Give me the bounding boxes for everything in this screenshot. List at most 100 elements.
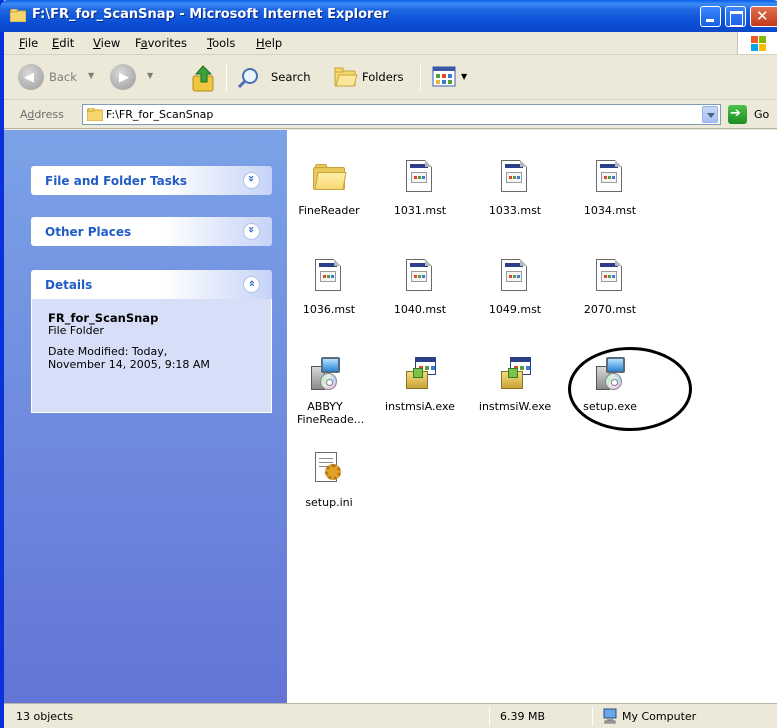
back-label[interactable]: Back xyxy=(49,70,77,84)
mst-file-icon xyxy=(596,259,622,291)
menu-favorites[interactable]: Favorites xyxy=(135,36,187,50)
panel-title: Details xyxy=(45,278,93,292)
panel-header[interactable]: Other Places xyxy=(31,217,272,246)
details-date: Date Modified: Today, xyxy=(48,345,168,358)
file-item[interactable]: 1049.mst xyxy=(473,259,557,316)
title-bar[interactable]: F:\FR_for_ScanSnap - Microsoft Internet … xyxy=(0,0,777,32)
mst-file-icon xyxy=(501,259,527,291)
menu-help[interactable]: Help xyxy=(256,36,282,50)
forward-button[interactable]: ▶ xyxy=(110,64,138,92)
mst-file-icon xyxy=(406,160,432,192)
expand-chevron-icon[interactable] xyxy=(243,223,260,240)
status-object-count: 13 objects xyxy=(16,710,74,723)
explorer-window: F:\FR_for_ScanSnap - Microsoft Internet … xyxy=(0,0,777,728)
back-arrow-icon: ◀ xyxy=(18,64,44,90)
file-item[interactable]: 1036.mst xyxy=(287,259,371,316)
details-date: November 14, 2005, 9:18 AM xyxy=(48,358,210,371)
address-dropdown-button[interactable] xyxy=(702,106,718,123)
menu-file[interactable]: File xyxy=(19,36,38,50)
go-arrow-icon[interactable] xyxy=(728,105,747,124)
address-bar: Address F:\FR_for_ScanSnap Go xyxy=(4,101,777,129)
file-name: instmsiW.exe xyxy=(478,400,552,413)
file-name: 1040.mst xyxy=(393,303,447,316)
details-type: File Folder xyxy=(48,324,104,337)
menu-tools[interactable]: Tools xyxy=(207,36,235,50)
my-computer-icon xyxy=(603,708,617,724)
file-item[interactable]: instmsiW.exe xyxy=(473,356,557,413)
file-item[interactable]: 1040.mst xyxy=(378,259,462,316)
file-list[interactable]: FineReader 1031.mst 1033.mst 1034.mst 10… xyxy=(287,130,777,703)
menu-bar: File Edit View Favorites Tools Help xyxy=(4,32,777,55)
file-item[interactable]: 1031.mst xyxy=(378,160,462,217)
file-item[interactable]: 1033.mst xyxy=(473,160,557,217)
views-button[interactable]: ▼ xyxy=(432,66,468,90)
file-name: 1034.mst xyxy=(583,204,637,217)
file-name: instmsiA.exe xyxy=(385,400,455,413)
menu-edit[interactable]: Edit xyxy=(52,36,74,50)
setup-icon xyxy=(308,356,342,392)
expand-chevron-icon[interactable] xyxy=(243,172,260,189)
back-button[interactable]: ◀ xyxy=(18,64,46,92)
mst-file-icon xyxy=(596,160,622,192)
views-icon xyxy=(432,66,456,87)
address-value: F:\FR_for_ScanSnap xyxy=(106,108,214,121)
panel-header[interactable]: Details xyxy=(31,270,272,299)
file-item[interactable]: instmsiA.exe xyxy=(378,356,462,413)
window-title: F:\FR_for_ScanSnap - Microsoft Internet … xyxy=(32,7,389,22)
maximize-button[interactable] xyxy=(725,6,746,27)
file-item[interactable]: ABBYY FineReade... xyxy=(283,356,367,426)
address-input[interactable]: F:\FR_for_ScanSnap xyxy=(82,104,721,125)
other-places-panel: Other Places xyxy=(31,217,272,246)
details-name: FR_for_ScanSnap xyxy=(48,311,159,325)
status-divider xyxy=(489,707,490,726)
windows-logo-icon xyxy=(737,32,777,54)
file-name: FineReader xyxy=(298,204,360,217)
go-button[interactable]: Go xyxy=(754,108,769,121)
status-bar: 13 objects 6.39 MB My Computer xyxy=(4,703,777,728)
details-panel: Details FR_for_ScanSnap File Folder Date… xyxy=(31,270,272,413)
mst-file-icon xyxy=(501,160,527,192)
toolbar-separator xyxy=(226,63,227,91)
mst-file-icon xyxy=(315,259,341,291)
folders-icon xyxy=(334,67,358,87)
file-name: 2070.mst xyxy=(583,303,637,316)
file-item[interactable]: 1034.mst xyxy=(568,160,652,217)
minimize-button[interactable] xyxy=(700,6,721,27)
panel-header[interactable]: File and Folder Tasks xyxy=(31,166,272,195)
back-dropdown-icon[interactable]: ▼ xyxy=(88,71,94,80)
close-button[interactable] xyxy=(750,6,777,27)
file-item[interactable]: setup.ini xyxy=(287,452,371,509)
menu-view[interactable]: View xyxy=(93,36,120,50)
search-icon xyxy=(237,68,258,89)
installer-icon xyxy=(403,356,437,392)
toolbar: ◀ Back ▼ ▶ ▼ Search Folders ▼ xyxy=(4,55,777,100)
toolbar-separator xyxy=(420,63,421,91)
file-name: ABBYY FineReade... xyxy=(297,400,365,426)
panel-title: Other Places xyxy=(45,225,132,239)
collapse-chevron-icon[interactable] xyxy=(243,276,260,293)
forward-dropdown-icon[interactable]: ▼ xyxy=(147,71,153,80)
search-label: Search xyxy=(271,70,311,84)
highlight-circle xyxy=(568,347,692,431)
folder-icon xyxy=(10,9,26,22)
task-pane: File and Folder Tasks Other Places Detai… xyxy=(4,130,287,703)
folder-icon xyxy=(87,108,103,121)
file-name: 1049.mst xyxy=(488,303,542,316)
file-name: 1033.mst xyxy=(488,204,542,217)
file-name: 1036.mst xyxy=(302,303,356,316)
mst-file-icon xyxy=(406,259,432,291)
folder-icon xyxy=(313,164,347,190)
panel-title: File and Folder Tasks xyxy=(45,174,188,188)
file-item[interactable]: FineReader xyxy=(287,160,371,217)
forward-arrow-icon: ▶ xyxy=(110,64,136,90)
file-name: 1031.mst xyxy=(393,204,447,217)
file-folder-tasks-panel: File and Folder Tasks xyxy=(31,166,272,195)
file-item[interactable]: 2070.mst xyxy=(568,259,652,316)
views-dropdown-icon: ▼ xyxy=(461,72,468,81)
file-name: setup.ini xyxy=(305,496,353,509)
up-folder-icon[interactable] xyxy=(191,64,217,92)
address-label: Address xyxy=(20,108,64,121)
status-size: 6.39 MB xyxy=(500,710,546,723)
details-body: FR_for_ScanSnap File Folder Date Modifie… xyxy=(31,299,272,413)
installer-icon xyxy=(498,356,532,392)
